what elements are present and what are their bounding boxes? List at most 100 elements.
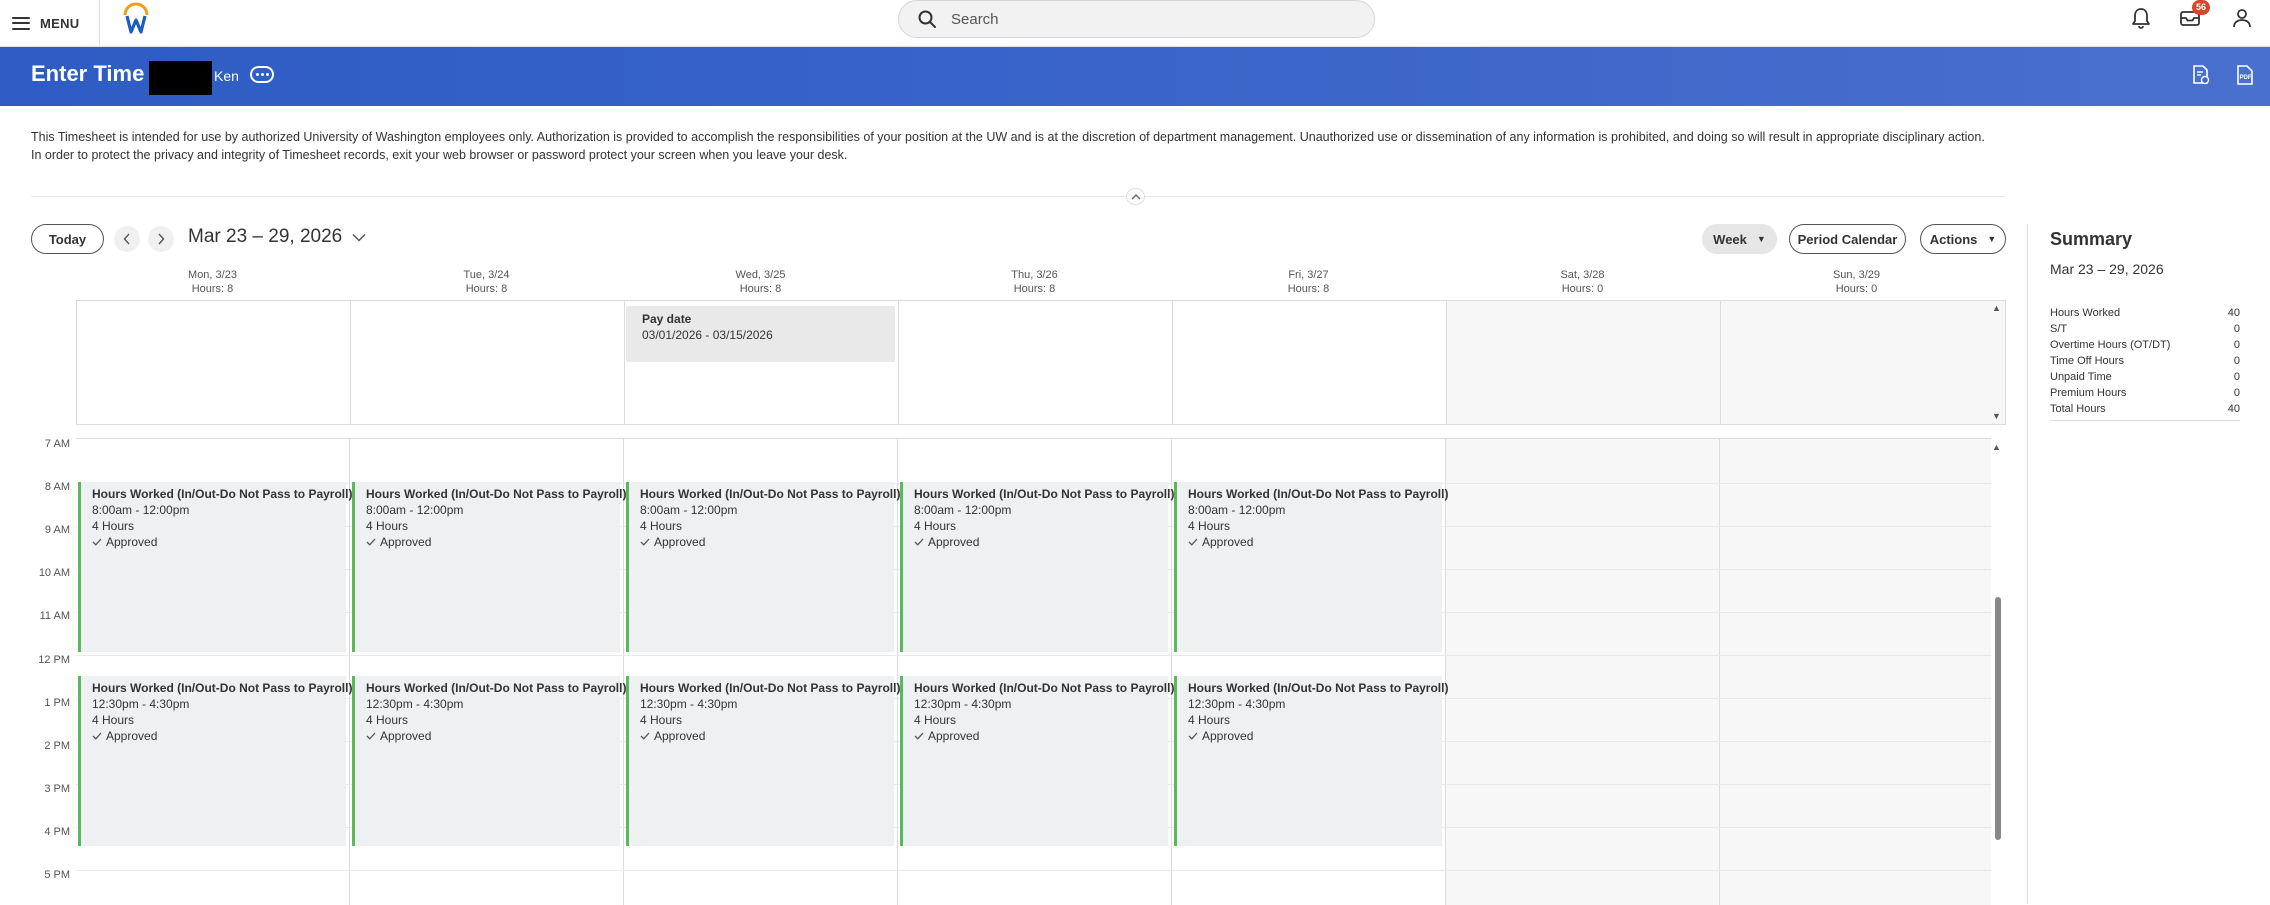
hour-line bbox=[76, 655, 1991, 656]
day-header-fri: Fri, 3/27 Hours: 8 bbox=[1172, 268, 1445, 296]
event-time: 12:30pm - 4:30pm bbox=[1188, 697, 1286, 711]
search-input[interactable] bbox=[951, 10, 1331, 28]
event-title: Hours Worked (In/Out-Do Not Pass to Payr… bbox=[92, 681, 353, 695]
all-day-cell[interactable] bbox=[77, 301, 351, 424]
day-hours: Hours: 8 bbox=[191, 283, 234, 295]
summary-row-label: Total Hours bbox=[2050, 403, 2106, 415]
time-label: 2 PM bbox=[44, 740, 70, 752]
time-label: 4 PM bbox=[44, 826, 70, 838]
scroll-down-icon[interactable]: ▼ bbox=[1992, 411, 2002, 421]
summary-row: Overtime Hours (OT/DT) 0 bbox=[2050, 337, 2240, 353]
scroll-up-icon[interactable]: ▲ bbox=[1992, 303, 2002, 313]
event-status: Approved bbox=[92, 728, 335, 744]
event-time: 12:30pm - 4:30pm bbox=[92, 697, 190, 711]
all-day-cell[interactable] bbox=[899, 301, 1173, 424]
scroll-up-icon[interactable]: ▲ bbox=[1992, 442, 2002, 452]
event-status-label: Approved bbox=[1202, 729, 1254, 743]
event-status: Approved bbox=[1188, 728, 1431, 744]
day-column[interactable] bbox=[1446, 439, 1720, 905]
summary-row-value: 0 bbox=[2233, 339, 2240, 351]
time-block-event[interactable]: Hours Worked (In/Out-Do Not Pass to Payr… bbox=[352, 482, 627, 652]
summary-row: Unpaid Time 0 bbox=[2050, 369, 2240, 385]
related-actions-button[interactable] bbox=[250, 66, 274, 83]
event-title: Hours Worked (In/Out-Do Not Pass to Payr… bbox=[366, 487, 627, 501]
vertical-scrollbar[interactable] bbox=[1995, 597, 2001, 840]
pay-date-card[interactable]: Pay date 03/01/2026 - 03/15/2026 bbox=[626, 306, 895, 362]
event-hours: 4 Hours bbox=[1188, 713, 1231, 727]
chevron-right-icon bbox=[158, 233, 165, 245]
event-time: 12:30pm - 4:30pm bbox=[366, 697, 464, 711]
actions-button[interactable]: Actions ▼ bbox=[1920, 224, 2006, 254]
period-calendar-button[interactable]: Period Calendar bbox=[1789, 224, 1906, 254]
event-time: 8:00am - 12:00pm bbox=[640, 503, 738, 517]
actions-label: Actions bbox=[1929, 231, 1978, 247]
pdf-icon[interactable]: PDF bbox=[2234, 64, 2256, 86]
time-label: 11 AM bbox=[39, 610, 70, 622]
summary-row: Hours Worked 40 bbox=[2050, 305, 2240, 321]
event-status: Approved bbox=[92, 534, 335, 550]
all-day-cell[interactable] bbox=[351, 301, 625, 424]
event-time: 12:30pm - 4:30pm bbox=[914, 697, 1012, 711]
summary-row-label: Overtime Hours (OT/DT) bbox=[2050, 339, 2171, 351]
workday-logo-icon[interactable] bbox=[122, 2, 150, 36]
previous-week-button[interactable] bbox=[114, 226, 140, 252]
event-status-label: Approved bbox=[106, 729, 158, 743]
time-block-event[interactable]: Hours Worked (In/Out-Do Not Pass to Payr… bbox=[78, 676, 353, 846]
time-label: 5 PM bbox=[44, 869, 70, 881]
event-status-label: Approved bbox=[1202, 535, 1254, 549]
today-button[interactable]: Today bbox=[31, 224, 104, 254]
day-header-sun: Sun, 3/29 Hours: 0 bbox=[1720, 268, 1993, 296]
event-hours: 4 Hours bbox=[92, 713, 135, 727]
day-header-wed: Wed, 3/25 Hours: 8 bbox=[624, 268, 897, 296]
all-day-cell[interactable] bbox=[1721, 301, 2005, 424]
event-hours: 4 Hours bbox=[914, 713, 957, 727]
summary-divider bbox=[2027, 224, 2028, 904]
event-hours: 4 Hours bbox=[640, 519, 683, 533]
export-document-icon[interactable] bbox=[2190, 64, 2212, 86]
event-title: Hours Worked (In/Out-Do Not Pass to Payr… bbox=[914, 487, 1175, 501]
search-bar[interactable] bbox=[898, 0, 1375, 38]
time-block-event[interactable]: Hours Worked (In/Out-Do Not Pass to Payr… bbox=[78, 482, 352, 652]
event-title: Hours Worked (In/Out-Do Not Pass to Payr… bbox=[640, 681, 901, 695]
bell-icon[interactable] bbox=[2129, 6, 2153, 30]
time-label: 12 PM bbox=[38, 654, 70, 666]
time-block-event[interactable]: Hours Worked (In/Out-Do Not Pass to Payr… bbox=[1174, 482, 1449, 652]
time-block-event[interactable]: Hours Worked (In/Out-Do Not Pass to Payr… bbox=[1174, 676, 1448, 846]
notice-line-1: This Timesheet is intended for use by au… bbox=[31, 130, 1985, 144]
time-block-event[interactable]: Hours Worked (In/Out-Do Not Pass to Payr… bbox=[900, 676, 1174, 846]
notice-line-2: In order to protect the privacy and inte… bbox=[31, 148, 848, 162]
date-range-selector[interactable]: Mar 23 – 29, 2026 bbox=[188, 226, 366, 248]
time-block-event[interactable]: Hours Worked (In/Out-Do Not Pass to Payr… bbox=[626, 482, 900, 652]
event-status: Approved bbox=[366, 728, 609, 744]
event-title: Hours Worked (In/Out-Do Not Pass to Payr… bbox=[366, 681, 627, 695]
caret-down-icon: ▼ bbox=[1987, 234, 1997, 244]
event-status: Approved bbox=[914, 728, 1157, 744]
day-column[interactable] bbox=[1720, 439, 1991, 905]
collapse-notice-button[interactable] bbox=[1126, 188, 1145, 205]
all-day-cell[interactable] bbox=[1173, 301, 1447, 424]
checkmark-icon bbox=[92, 538, 102, 546]
pay-date-title: Pay date bbox=[642, 312, 692, 326]
time-block-event[interactable]: Hours Worked (In/Out-Do Not Pass to Payr… bbox=[626, 676, 901, 846]
all-day-cell[interactable] bbox=[1447, 301, 1721, 424]
time-label: 9 AM bbox=[44, 524, 70, 536]
time-label: 1 PM bbox=[44, 697, 70, 709]
menu-label: MENU bbox=[40, 15, 80, 31]
page-title: Enter Time bbox=[31, 61, 145, 86]
day-hours: Hours: 8 bbox=[1013, 283, 1056, 295]
chevron-down-icon bbox=[352, 233, 366, 242]
day-label: Thu, 3/26 bbox=[1011, 269, 1058, 281]
user-profile-icon[interactable] bbox=[2230, 6, 2254, 30]
day-header-tue: Tue, 3/24 Hours: 8 bbox=[350, 268, 623, 296]
next-week-button[interactable] bbox=[148, 226, 174, 252]
day-hours: Hours: 0 bbox=[1561, 283, 1604, 295]
summary-row-value: 40 bbox=[2227, 307, 2240, 319]
view-select-week[interactable]: Week ▼ bbox=[1702, 224, 1777, 254]
event-title: Hours Worked (In/Out-Do Not Pass to Payr… bbox=[1188, 487, 1449, 501]
menu-button[interactable]: MENU bbox=[12, 8, 79, 38]
event-hours: 4 Hours bbox=[366, 713, 409, 727]
time-label: 10 AM bbox=[38, 567, 70, 579]
inbox-count-badge: 56 bbox=[2192, 0, 2210, 15]
time-block-event[interactable]: Hours Worked (In/Out-Do Not Pass to Payr… bbox=[900, 482, 1175, 652]
time-block-event[interactable]: Hours Worked (In/Out-Do Not Pass to Payr… bbox=[352, 676, 627, 846]
